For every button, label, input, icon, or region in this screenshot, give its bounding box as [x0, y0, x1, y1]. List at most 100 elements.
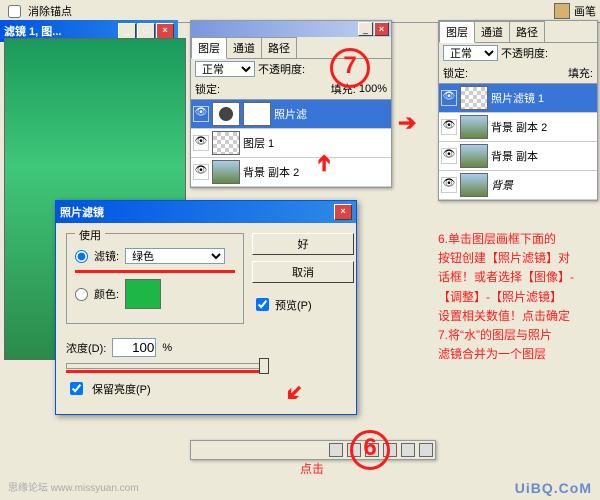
slider-thumb[interactable] — [259, 358, 269, 374]
color-radio[interactable] — [75, 288, 88, 301]
brush-icon[interactable] — [554, 3, 570, 19]
layer-name: 照片滤 — [274, 106, 307, 122]
density-label: 浓度(D): — [66, 340, 106, 356]
layer-list: 👁 照片滤 👁 图层 1 👁 背景 副本 2 — [191, 99, 391, 187]
dialog-body: 使用 滤镜: 绿色 颜色: 好 取消 — [56, 223, 356, 414]
annotation-number-6: 6 — [350, 430, 390, 470]
red-underline — [75, 270, 235, 273]
arrow-icon: ➔ — [311, 154, 337, 172]
preview-row: 预览(P) — [252, 295, 354, 314]
layer-name: 背景 副本 2 — [243, 164, 299, 180]
mask-thumb — [243, 102, 271, 126]
visibility-icon[interactable]: 👁 — [441, 119, 457, 135]
blend-row: 正常 不透明度: — [439, 43, 597, 63]
panel-close-icon[interactable]: × — [374, 22, 389, 36]
layer-thumb — [212, 160, 240, 184]
color-label: 颜色: — [94, 286, 119, 302]
visibility-icon[interactable]: 👁 — [193, 106, 209, 122]
panel-foot — [191, 440, 435, 459]
visibility-icon[interactable]: 👁 — [441, 148, 457, 164]
tab-paths[interactable]: 路径 — [261, 37, 297, 58]
preserve-checkbox[interactable] — [70, 382, 83, 395]
watermark: UiBQ.CoM — [515, 480, 592, 496]
visibility-icon[interactable]: 👁 — [441, 90, 457, 106]
layer-list: 👁 照片滤镜 1 👁 背景 副本 2 👁 背景 副本 👁 背景 — [439, 83, 597, 200]
density-unit: % — [162, 342, 172, 354]
trash-icon[interactable] — [419, 443, 433, 457]
adjustment-thumb — [212, 102, 240, 126]
filter-select[interactable]: 绿色 — [125, 248, 225, 264]
group-title: 使用 — [75, 227, 105, 243]
layer-item[interactable]: 👁 图层 1 — [191, 129, 391, 158]
tab-layers[interactable]: 图层 — [191, 37, 227, 59]
minimize-button[interactable]: _ — [118, 23, 136, 39]
layers-panel-1: _ × 图层 通道 路径 正常 不透明度: 锁定: 填充: 100% 👁 照片滤… — [190, 20, 392, 188]
close-button[interactable]: × — [156, 23, 174, 39]
layer-thumb — [460, 144, 488, 168]
filter-radio-row: 滤镜: 绿色 — [75, 248, 235, 264]
color-radio-row: 颜色: — [75, 279, 235, 309]
filter-radio[interactable] — [75, 250, 88, 263]
layer-item[interactable]: 👁 照片滤镜 1 — [439, 84, 597, 113]
opacity-label: 不透明度: — [501, 45, 548, 61]
panel-footer-bar — [190, 440, 436, 460]
density-slider[interactable] — [66, 363, 268, 369]
annotation-number-7: 7 — [330, 48, 370, 88]
layer-thumb — [212, 131, 240, 155]
layer-item[interactable]: 👁 照片滤 — [191, 100, 391, 129]
layer-name: 背景 — [491, 177, 513, 193]
preview-label: 预览(P) — [275, 297, 312, 313]
lock-label: 锁定: — [195, 81, 220, 97]
maximize-button[interactable]: □ — [137, 23, 155, 39]
ok-button[interactable]: 好 — [252, 233, 354, 255]
layer-item[interactable]: 👁 背景 — [439, 171, 597, 200]
annotation-click: 点击 — [300, 460, 324, 479]
fx-icon[interactable] — [329, 443, 343, 457]
panel-minimize-icon[interactable]: _ — [358, 22, 373, 36]
density-row: 浓度(D): % — [66, 338, 346, 357]
color-swatch[interactable] — [125, 279, 161, 309]
blend-mode-select[interactable]: 正常 — [443, 45, 498, 61]
dialog-title: 照片滤镜 — [60, 204, 333, 220]
dialog-titlebar: 照片滤镜 × — [56, 201, 356, 223]
annotation-instructions: 6.单击图层画框下面的 按钮创建【照片滤镜】对 话框！或者选择【图像】- 【调整… — [438, 230, 598, 364]
red-underline — [66, 370, 266, 373]
layer-item[interactable]: 👁 背景 副本 — [439, 142, 597, 171]
fill-value: 100% — [359, 83, 387, 95]
visibility-icon[interactable]: 👁 — [441, 177, 457, 193]
lock-label: 锁定: — [443, 65, 468, 81]
tab-layers[interactable]: 图层 — [439, 21, 475, 43]
tab-channels[interactable]: 通道 — [226, 37, 262, 58]
layer-thumb — [460, 86, 488, 110]
dialog-close-button[interactable]: × — [334, 204, 352, 220]
layer-name: 图层 1 — [243, 135, 274, 151]
layers-panel-2: 图层 通道 路径 正常 不透明度: 锁定: 填充: 👁 照片滤镜 1 👁 背景 … — [438, 20, 598, 201]
footer-credit: 思缘论坛 www.missyuan.com — [8, 479, 139, 494]
tab-channels[interactable]: 通道 — [474, 21, 510, 42]
filter-label: 滤镜: — [94, 248, 119, 264]
new-layer-icon[interactable] — [401, 443, 415, 457]
panel-titlebar: _ × — [191, 21, 391, 37]
clear-anchor-checkbox[interactable] — [8, 5, 21, 18]
preserve-label: 保留亮度(P) — [92, 381, 151, 397]
panel-tabs: 图层 通道 路径 — [439, 21, 597, 43]
document-title: 滤镜 1, 图... — [4, 23, 117, 39]
preview-checkbox[interactable] — [256, 298, 269, 311]
visibility-icon[interactable]: 👁 — [193, 135, 209, 151]
density-input[interactable] — [112, 338, 156, 357]
clear-anchor-label: 消除锚点 — [28, 3, 72, 19]
layer-item[interactable]: 👁 背景 副本 2 — [439, 113, 597, 142]
layer-thumb — [460, 173, 488, 197]
visibility-icon[interactable]: 👁 — [193, 164, 209, 180]
layer-name: 背景 副本 2 — [491, 119, 547, 135]
cancel-button[interactable]: 取消 — [252, 261, 354, 283]
layer-thumb — [460, 115, 488, 139]
layer-item[interactable]: 👁 背景 副本 2 — [191, 158, 391, 187]
use-group: 使用 滤镜: 绿色 颜色: — [66, 233, 244, 324]
opacity-label: 不透明度: — [258, 61, 305, 77]
photo-filter-dialog: 照片滤镜 × 使用 滤镜: 绿色 颜色: — [55, 200, 357, 415]
tab-paths[interactable]: 路径 — [509, 21, 545, 42]
blend-mode-select[interactable]: 正常 — [195, 61, 255, 77]
layer-name: 照片滤镜 1 — [491, 90, 544, 106]
lock-row: 锁定: 填充: — [439, 63, 597, 83]
